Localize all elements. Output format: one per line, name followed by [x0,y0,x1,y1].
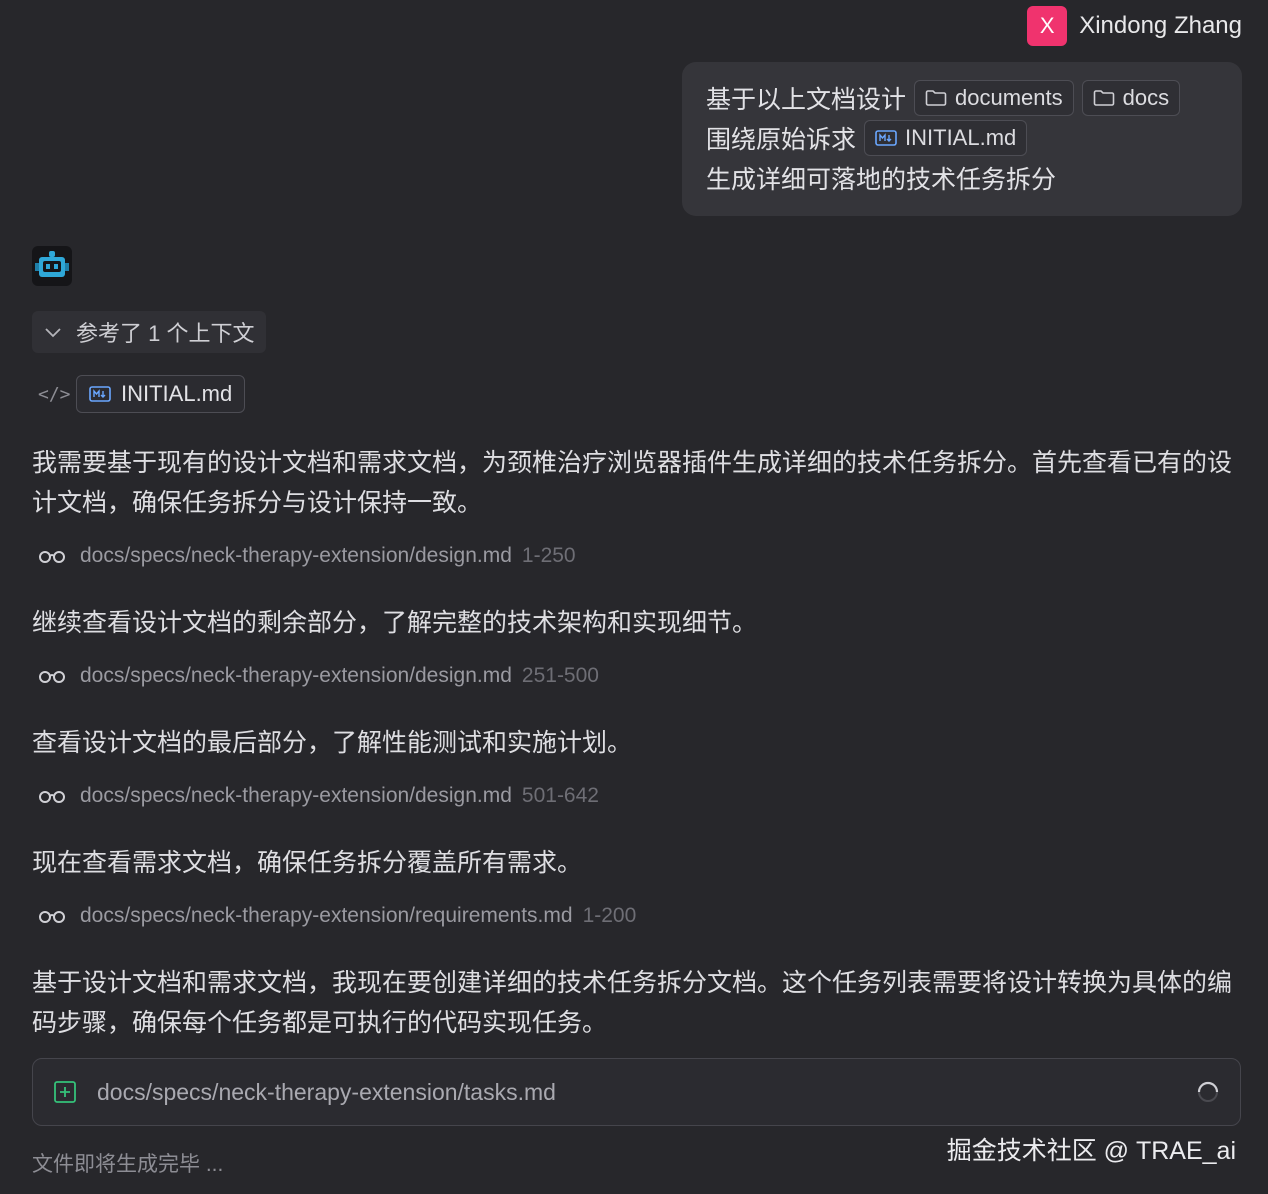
file-read-range: 251-500 [521,664,599,687]
user-name: Xindong Zhang [1079,12,1242,39]
glasses-icon [39,911,65,923]
generation-status: 文件即将生成完毕 ... [32,1153,224,1176]
chip-label: INITIAL.md [905,125,1017,150]
file-read-path: docs/specs/neck-therapy-extension/design… [80,544,512,567]
markdown-file-icon [89,386,111,402]
context-file-row: </> INITIAL.md [38,375,246,413]
robot-icon [32,246,72,286]
code-icon: </> [38,383,71,405]
user-message-line-2: 围绕原始诉求 INITIAL.md [706,118,1218,158]
context-file-chip[interactable]: INITIAL.md [76,375,246,413]
context-chip-initial[interactable]: INITIAL.md [864,120,1028,156]
glasses-icon [39,791,65,803]
user-message-bubble: 基于以上文档设计 documents docs 围绕原始诉求 INITIAL.m… [682,62,1242,216]
file-read-row[interactable]: docs/specs/neck-therapy-extension/design… [38,784,599,808]
assistant-paragraph: 我需要基于现有的设计文档和需求文档，为颈椎治疗浏览器插件生成详细的技术任务拆分。… [32,449,1233,517]
user-message-text: 围绕原始诉求 [706,126,857,154]
context-file-name: INITIAL.md [121,381,233,406]
chip-label: documents [955,85,1063,110]
file-read-row[interactable]: docs/specs/neck-therapy-extension/design… [38,664,599,688]
glasses-icon [39,671,65,683]
user-message-text: 生成详细可落地的技术任务拆分 [706,166,1057,194]
loading-spinner-icon [1197,1081,1219,1102]
glasses-icon [39,551,65,563]
assistant-paragraph: 查看设计文档的最后部分，了解性能测试和实施计划。 [32,729,633,757]
user-message-line-3: 生成详细可落地的技术任务拆分 [706,158,1218,198]
user-message-line-1: 基于以上文档设计 documents docs [706,78,1218,118]
file-read-row[interactable]: docs/specs/neck-therapy-extension/requir… [38,904,636,928]
assistant-paragraph: 现在查看需求文档，确保任务拆分覆盖所有需求。 [32,849,583,877]
context-reference-toggle[interactable]: 参考了 1 个上下文 [32,311,267,353]
context-chip-documents[interactable]: documents [914,80,1074,116]
user-header: X Xindong Zhang [1027,6,1242,46]
user-message-text: 基于以上文档设计 [706,86,907,114]
file-read-path: docs/specs/neck-therapy-extension/design… [80,664,512,687]
user-avatar: X [1027,6,1068,46]
folder-icon [925,90,947,106]
file-read-range: 501-642 [521,784,599,807]
watermark: 掘金技术社区 @ TRAE_ai [946,1137,1236,1165]
file-read-row[interactable]: docs/specs/neck-therapy-extension/design… [38,544,576,568]
file-read-path: docs/specs/neck-therapy-extension/design… [80,784,512,807]
chevron-down-icon [45,328,61,338]
markdown-file-icon [875,130,897,146]
context-toggle-label: 参考了 1 个上下文 [76,321,255,346]
file-read-path: docs/specs/neck-therapy-extension/requir… [80,904,573,927]
file-read-range: 1-250 [521,544,576,567]
file-add-icon [54,1081,76,1103]
folder-icon [1093,90,1114,106]
assistant-paragraph: 基于设计文档和需求文档，我现在要创建详细的技术任务拆分文档。这个任务列表需要将设… [32,969,1233,1037]
file-create-path: docs/specs/neck-therapy-extension/tasks.… [97,1078,556,1105]
assistant-paragraph: 继续查看设计文档的剩余部分，了解完整的技术架构和实现细节。 [32,609,758,637]
file-create-card[interactable]: docs/specs/neck-therapy-extension/tasks.… [32,1058,1241,1126]
chip-label: docs [1122,85,1170,110]
context-chip-docs[interactable]: docs [1081,80,1181,116]
file-read-range: 1-200 [582,904,637,927]
